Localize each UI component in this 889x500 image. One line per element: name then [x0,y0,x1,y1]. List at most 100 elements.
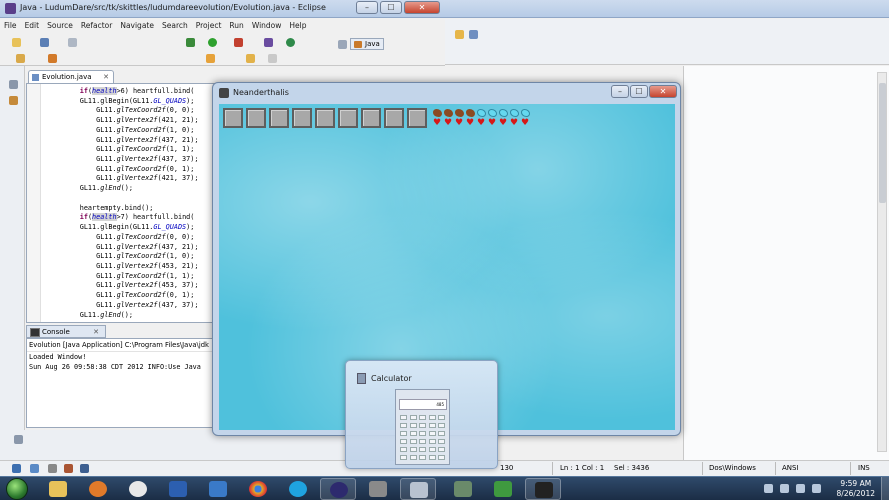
console-tab-label: Console [42,328,70,336]
menu-file[interactable]: File [0,19,21,32]
next-annotation-icon[interactable] [206,54,215,63]
calculator-key [419,455,426,460]
status-selection: Sel : 3436 [614,464,650,472]
new-class-icon[interactable] [286,38,295,47]
run-icon[interactable] [208,38,217,47]
calculator-icon [410,482,428,498]
taskbar-explorer[interactable] [40,478,76,500]
minimize-button[interactable]: – [356,1,378,14]
code-line: GL11.glTexCoord2f(1, 0); [47,252,195,261]
print-icon[interactable] [68,38,77,47]
calculator-key [438,431,445,436]
calculator-key [438,447,445,452]
external-tools-icon[interactable] [234,38,243,47]
close-tab-icon[interactable]: ✕ [103,73,109,81]
calculator-preview[interactable]: 485 [395,389,450,465]
menu-source[interactable]: Source [43,19,77,32]
inventory-slot[interactable] [407,108,427,128]
game-minimize-button[interactable]: – [611,85,629,98]
code-line: GL11.glTexCoord2f(0, 1); [47,164,195,173]
start-button[interactable] [6,478,28,500]
status-icon-5[interactable] [80,464,89,473]
inventory-slot[interactable] [361,108,381,128]
status-icon-3[interactable] [48,464,57,473]
restore-icon[interactable] [9,80,18,89]
new-java-project-icon[interactable] [264,38,273,47]
tab-evolution-java[interactable]: Evolution.java ✕ [28,70,114,83]
menu-edit[interactable]: Edit [21,19,44,32]
status-icon-2[interactable] [30,464,39,473]
taskbar-app-chart[interactable] [485,478,521,500]
inventory-slot[interactable] [384,108,404,128]
menu-window[interactable]: Window [248,19,286,32]
eclipse-title: Java - LudumDare/src/tk/skittles/ludumda… [20,3,326,12]
forward-icon[interactable] [268,54,277,63]
heart-icon: ♥ [521,118,530,128]
menu-navigate[interactable]: Navigate [116,19,158,32]
taskbar-app-feather[interactable] [200,478,236,500]
hunger-empty-icon [510,109,519,117]
save-icon[interactable] [40,38,49,47]
code-text[interactable]: if(health>6) heartfull.bind( GL11.glBegi… [47,87,198,320]
inventory-slot[interactable] [315,108,335,128]
spell-check-icon[interactable] [469,30,478,39]
open-perspective-icon[interactable] [338,40,347,49]
system-clock[interactable]: 9:59 AM 8/26/2012 [837,479,875,499]
scrollbar-thumb[interactable] [879,83,886,203]
debug-icon[interactable] [186,38,195,47]
code-line: GL11.glTexCoord2f(1, 1); [47,145,195,154]
status-icon-4[interactable] [64,464,73,473]
menu-project[interactable]: Project [192,19,226,32]
tray-arrow-icon[interactable] [764,484,773,493]
clock-time: 9:59 AM [840,479,872,488]
package-explorer-icon[interactable] [9,96,18,105]
vertical-scrollbar[interactable] [877,72,887,452]
taskbar-eclipse[interactable] [320,478,356,500]
status-position: 130 [500,464,514,472]
taskbar-app-tools[interactable] [360,478,396,500]
taskbar-media-player[interactable] [80,478,116,500]
inventory-slot[interactable] [223,108,243,128]
minimized-view-icon[interactable] [14,435,23,444]
menu-refactor[interactable]: Refactor [77,19,116,32]
inventory-slot[interactable] [246,108,266,128]
taskbar-skype[interactable] [280,478,316,500]
tab-console[interactable]: Console ✕ [26,325,106,338]
calculator-thumbnail[interactable]: Calculator 485 [345,360,498,469]
tray-power-icon[interactable] [812,484,821,493]
game-title: Neanderthalis [233,88,289,97]
inventory-slot[interactable] [269,108,289,128]
close-button[interactable]: ✕ [404,1,440,14]
folder-icon[interactable] [455,30,464,39]
menu-search[interactable]: Search [158,19,192,32]
back-icon[interactable] [246,54,255,63]
close-console-icon[interactable]: ✕ [93,328,99,336]
taskbar-app-c[interactable] [120,478,156,500]
java-perspective-button[interactable]: Java [350,38,384,50]
game-maximize-button[interactable]: ☐ [630,85,648,98]
maximize-button[interactable]: ☐ [380,1,402,14]
taskbar-calculator[interactable] [400,478,436,500]
open-type-icon[interactable] [16,54,25,63]
inventory-slot[interactable] [338,108,358,128]
taskbar-app-game[interactable] [445,478,481,500]
eclipse-app-icon [5,3,16,14]
new-icon[interactable] [12,38,21,47]
taskbar-word[interactable] [160,478,196,500]
search-icon[interactable] [48,54,57,63]
game-close-button[interactable]: ✕ [649,85,677,98]
status-icon-1[interactable] [12,464,21,473]
show-desktop-button[interactable] [881,477,889,500]
taskbar-java-app[interactable] [525,478,561,500]
calculator-key [419,439,426,444]
tray-volume-icon[interactable] [796,484,805,493]
menu-help[interactable]: Help [285,19,310,32]
menu-run[interactable]: Run [225,19,247,32]
hunger-empty-icon [477,109,486,117]
inventory-slot[interactable] [292,108,312,128]
calculator-key [400,455,407,460]
tray-network-icon[interactable] [780,484,789,493]
eclipse-titlebar[interactable]: Java - LudumDare/src/tk/skittles/ludumda… [0,0,889,18]
taskbar-chrome[interactable] [240,478,276,500]
calculator-display: 485 [399,399,447,410]
